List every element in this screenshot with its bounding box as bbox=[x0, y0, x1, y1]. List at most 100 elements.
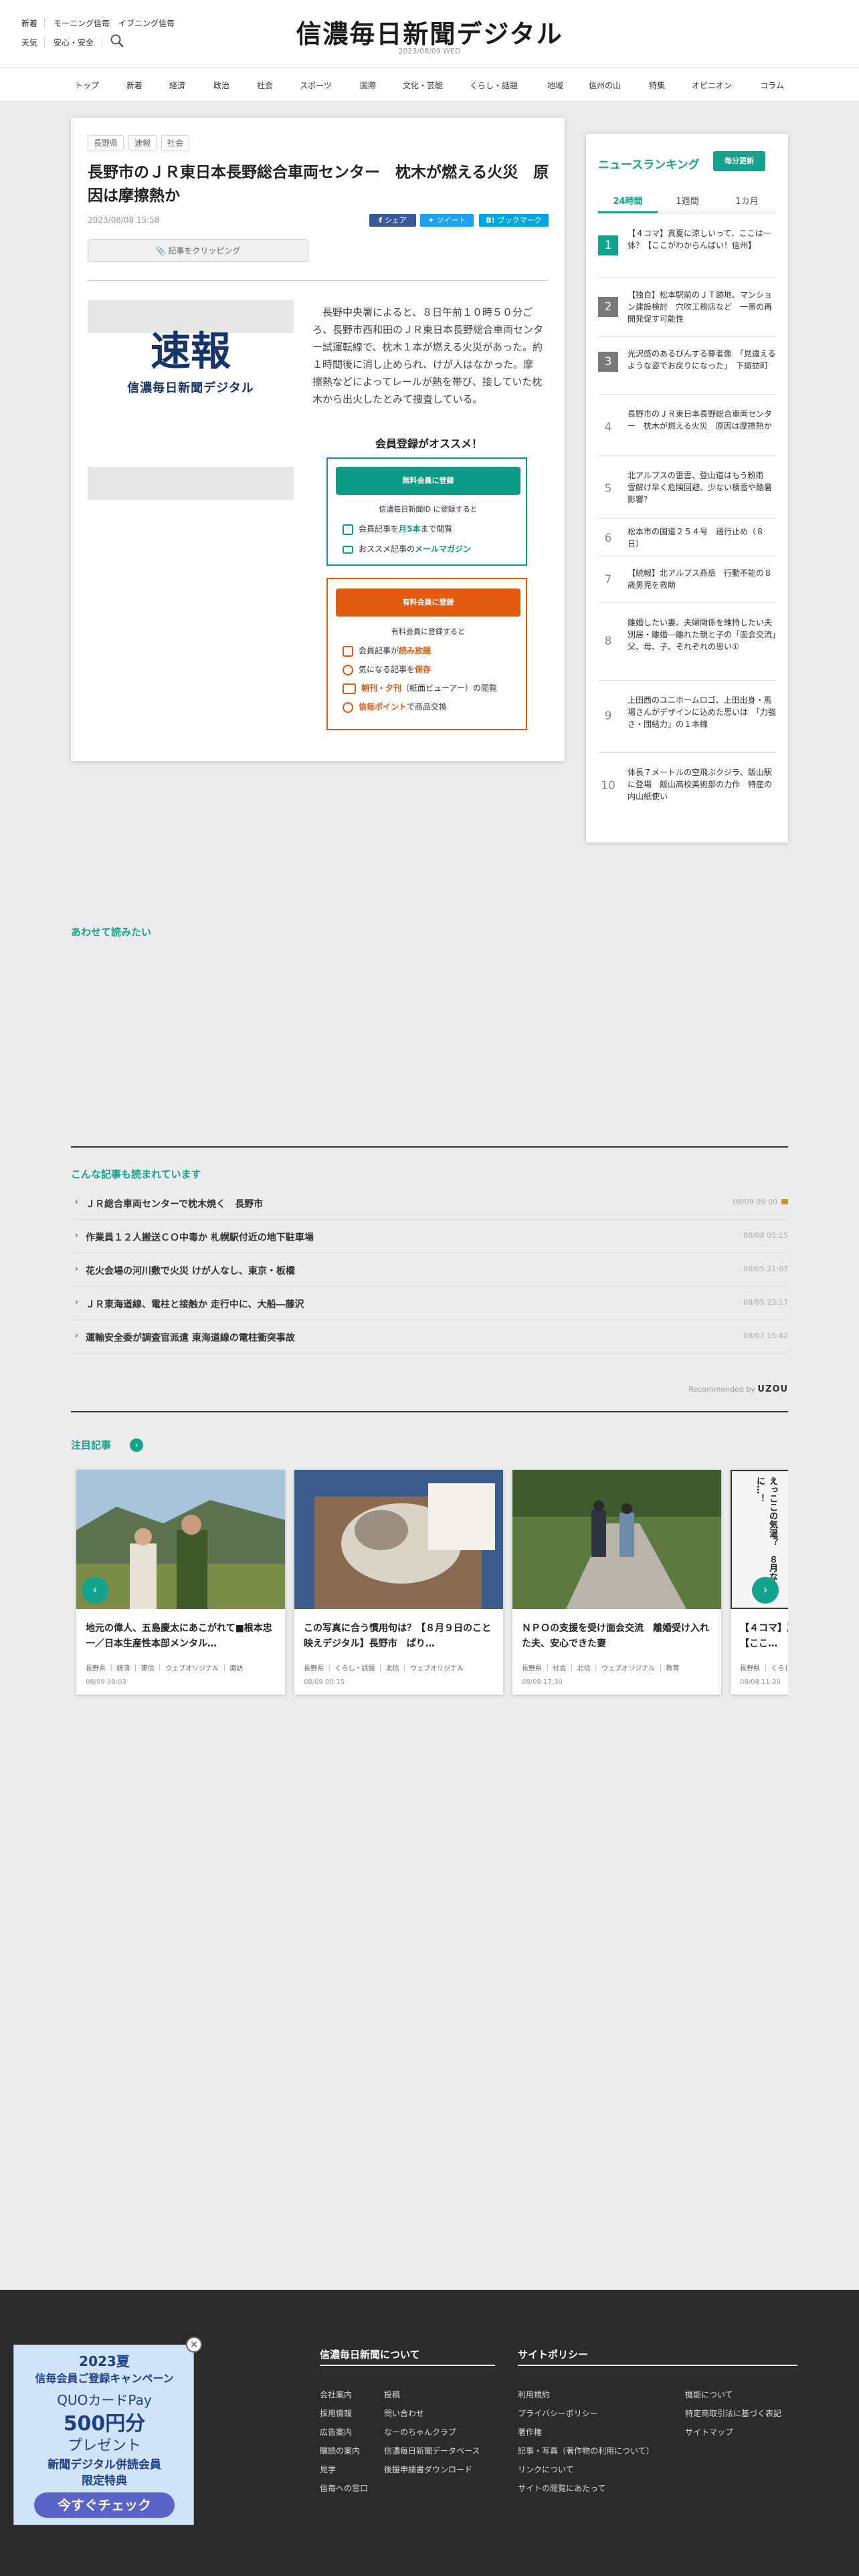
popular-article-row[interactable]: › ＪＲ総合車両センターで枕木焼く 長野市 08/09 09:00 bbox=[71, 1186, 788, 1220]
banner-season: 2023夏 bbox=[79, 2353, 130, 2369]
featured-card-photo bbox=[294, 1470, 503, 1609]
footer-link[interactable]: 特定商取引法に基づく表記 bbox=[685, 2407, 781, 2419]
carousel-next-button[interactable]: › bbox=[752, 1577, 779, 1604]
footer-link[interactable]: 投稿 bbox=[384, 2389, 400, 2400]
article-tag[interactable]: 長野県 bbox=[88, 135, 124, 151]
nav-item-sports[interactable]: スポーツ bbox=[300, 80, 332, 91]
ranking-item[interactable]: 2 【独自】松本駅前のＪＴ跡地、マンション建設検討 穴吹工務店など 一帯の再開発… bbox=[598, 278, 776, 337]
benefit-text: 会員記事が bbox=[359, 646, 399, 655]
footer-link[interactable]: 機能について bbox=[685, 2389, 733, 2400]
ranking-item[interactable]: 6 松本市の国道２５４号 通行止め（８日） bbox=[598, 519, 776, 556]
featured-card-photo bbox=[512, 1470, 721, 1609]
rank-number: 4 bbox=[604, 421, 612, 434]
free-register-button[interactable]: 無料会員に登録 bbox=[336, 467, 520, 495]
footer-link[interactable]: サイトの閲覧にあたって bbox=[518, 2482, 605, 2494]
footer-link[interactable]: プライバシーポリシー bbox=[518, 2407, 598, 2419]
tab-1week[interactable]: 1週間 bbox=[658, 194, 717, 207]
ranking-item[interactable]: 1 【４コマ】真夏に涼しいって、ここは一体？【ここがわからんばい！信州】 bbox=[598, 223, 776, 278]
nav-item-culture[interactable]: 文化・芸能 bbox=[403, 80, 443, 91]
featured-card-categories: 長野県 ｜ くらし bbox=[740, 1665, 788, 1673]
footer-link[interactable]: 広告案内 bbox=[320, 2426, 352, 2438]
benefit-text: 会員記事を bbox=[359, 524, 399, 534]
tweet-label: ツイート bbox=[436, 216, 466, 225]
banner-check-button[interactable]: 今すぐチェック bbox=[34, 2492, 175, 2518]
ranking-item[interactable]: 3 光沢感のあるびんする尊者像 「見違えるような姿でお戻りになった」 下諏訪町 bbox=[598, 337, 776, 395]
clip-article-button[interactable]: 📎 記事をクリッピング bbox=[88, 239, 308, 262]
footer-link[interactable]: 利用規約 bbox=[518, 2389, 550, 2400]
featured-card[interactable]: この写真に合う慣用句は？【８月９日のこと映えデジタル】長野市 ぱり… 長野県 ｜… bbox=[294, 1470, 503, 1695]
uzou-logo: UZOU bbox=[757, 1384, 788, 1394]
popular-article-row[interactable]: › ＪＲ東海道線、電柱と接触か 走行中に、大船―藤沢 08/05 23:17 bbox=[71, 1287, 788, 1320]
mail-icon bbox=[343, 545, 353, 554]
nav-item-new[interactable]: 新着 bbox=[126, 80, 142, 91]
popular-article-date: 08/08 05:15 bbox=[743, 1231, 788, 1240]
nav-item-features[interactable]: 特集 bbox=[649, 80, 665, 91]
popular-article-row[interactable]: › 花火会場の河川敷で火災 けが人なし、東京・板橋 08/05 21:07 bbox=[71, 1253, 788, 1287]
facebook-share-button[interactable]: f シェア bbox=[369, 214, 416, 227]
footer-link[interactable]: サイトマップ bbox=[685, 2426, 733, 2438]
paid-member-box: 有料会員に登録 有料会員に登録すると 会員記事が読み放題 気になる記事を保存 朝… bbox=[326, 578, 527, 730]
nav-item-region[interactable]: 地域 bbox=[547, 80, 563, 91]
recommended-by[interactable]: Recommended by UZOU bbox=[688, 1384, 788, 1394]
benefit-highlight: 信毎ポイント bbox=[359, 702, 407, 712]
featured-card-categories: 長野県 ｜ 社会 ｜ 北信 ｜ ウェブオリジナル ｜ 教育 bbox=[522, 1665, 680, 1673]
footer-link[interactable]: 見学 bbox=[320, 2464, 336, 2475]
article-tag[interactable]: 速報 bbox=[128, 135, 157, 151]
nav-item-top[interactable]: トップ bbox=[75, 80, 99, 91]
featured-card-date: 08/09 09:03 bbox=[86, 1679, 126, 1686]
popular-article-row[interactable]: › 運輸安全委が調査官派遣 東海道線の電柱衝突事故 08/07 15:42 bbox=[71, 1320, 788, 1354]
popular-article-date: 08/05 23:17 bbox=[743, 1298, 788, 1307]
nav-item-column[interactable]: コラム bbox=[760, 80, 784, 91]
newspaper-icon bbox=[343, 683, 356, 694]
nav-item-world[interactable]: 国際 bbox=[360, 80, 376, 91]
close-icon[interactable]: × bbox=[186, 2337, 202, 2353]
carousel-prev-button[interactable]: ‹ bbox=[82, 1577, 108, 1604]
featured-card[interactable]: ＮＰＯの支援を受け面会交流 離婚受け入れた夫、安心できた妻 長野県 ｜ 社会 ｜… bbox=[512, 1470, 721, 1695]
popular-article-date: 08/05 21:07 bbox=[743, 1265, 788, 1273]
ranking-item[interactable]: 8 離婚したい妻、夫婦関係を維持したい夫 別居・離婚―離れた親と子の「面会交流」… bbox=[598, 603, 784, 681]
nav-item-society[interactable]: 社会 bbox=[257, 80, 273, 91]
ranking-item[interactable]: 7 【続報】北アルプス燕岳 行動不能の８歳男児を救助 bbox=[598, 556, 776, 603]
footer-link[interactable]: リンクについて bbox=[518, 2464, 574, 2475]
ranking-item[interactable]: 4 長野市のＪＲ東日本長野総合車両センター 枕木が燃える火災 原因は摩擦熱か bbox=[598, 395, 776, 456]
footer-link[interactable]: 採用情報 bbox=[320, 2407, 352, 2419]
footer-link[interactable]: 購読の案内 bbox=[320, 2445, 360, 2456]
popular-article-date: 08/07 15:42 bbox=[743, 1331, 788, 1340]
points-icon bbox=[343, 702, 353, 713]
recommended-label: Recommended by bbox=[688, 1385, 755, 1394]
footer-link[interactable]: 会社案内 bbox=[320, 2389, 352, 2400]
ranking-item-title: 松本市の国道２５４号 通行止め（８日） bbox=[628, 527, 765, 548]
footer-link[interactable]: 信毎への窓口 bbox=[320, 2482, 368, 2494]
nav-item-mountains[interactable]: 信州の山 bbox=[589, 80, 621, 91]
paid-register-button[interactable]: 有料会員に登録 bbox=[336, 588, 520, 617]
tab-1month[interactable]: 1カ月 bbox=[717, 194, 777, 207]
nav-item-economy[interactable]: 経済 bbox=[169, 80, 185, 91]
nav-item-opinion[interactable]: オピニオン bbox=[692, 80, 732, 91]
article-tag[interactable]: 社会 bbox=[161, 135, 190, 151]
footer-link[interactable]: 著作権 bbox=[518, 2426, 542, 2438]
nav-item-life[interactable]: くらし・話題 bbox=[470, 80, 518, 91]
footer-link[interactable]: 後援申請書ダウンロード bbox=[384, 2464, 472, 2475]
footer-link[interactable]: 記事・写真（著作物の利用について） bbox=[518, 2445, 654, 2456]
ranking-item[interactable]: 9 上田西のユニホームロゴ、上田出身・馬場さんがデザインに込めた思いは 「力強さ… bbox=[598, 681, 776, 753]
featured-card[interactable]: 地元の偉人、五島慶太にあこがれて■根本忠一／日本生産性本部メンタル… 長野県 ｜… bbox=[76, 1470, 285, 1695]
tab-24h[interactable]: 24時間 bbox=[598, 194, 658, 207]
nav-item-politics[interactable]: 政治 bbox=[213, 80, 229, 91]
featured-more-icon[interactable]: › bbox=[130, 1438, 143, 1452]
hatena-bookmark-button[interactable]: B! ブックマーク bbox=[479, 214, 549, 227]
featured-card-date: 08/08 17:30 bbox=[522, 1679, 563, 1686]
article-icon bbox=[343, 645, 353, 657]
featured-card-title: ＮＰＯの支援を受け面会交流 離婚受け入れた夫、安心できた妻 bbox=[522, 1623, 709, 1649]
footer-link[interactable]: なーのちゃんクラブ bbox=[384, 2426, 456, 2438]
featured-card-title: この写真に合う慣用句は？【８月９日のこと映えデジタル】長野市 ぱり… bbox=[304, 1623, 491, 1649]
popular-article-row[interactable]: › 作業員１２人搬送ＣＯ中毒か 札幌駅付近の地下駐車場 08/08 05:15 bbox=[71, 1220, 788, 1253]
article-card: 長野県 速報 社会 長野市のＪＲ東日本長野総合車両センター 枕木が燃える火災 原… bbox=[71, 118, 565, 761]
campaign-banner[interactable]: 2023夏 信毎会員ご登録キャンペーン QUOカードPay 500円分 プレゼン… bbox=[13, 2345, 194, 2525]
rank-number: 8 bbox=[604, 635, 612, 648]
site-logo[interactable]: 信濃毎日新聞デジタル bbox=[0, 13, 859, 50]
footer-link[interactable]: 信濃毎日新聞データベース bbox=[384, 2445, 480, 2456]
twitter-share-button[interactable]: ✦ ツイート bbox=[420, 214, 474, 227]
footer-link[interactable]: 問い合わせ bbox=[384, 2407, 424, 2419]
ranking-item[interactable]: 10 体長７メートルの空飛ぶクジラ、飯山駅に登場 飯山高校美術部の力作 特産の内… bbox=[598, 753, 776, 824]
ranking-item[interactable]: 5 北アルプスの雷雲、登山道はもう粉雨 雪解け早く危険回避、少ない積雪や酷暑影響… bbox=[598, 456, 776, 519]
